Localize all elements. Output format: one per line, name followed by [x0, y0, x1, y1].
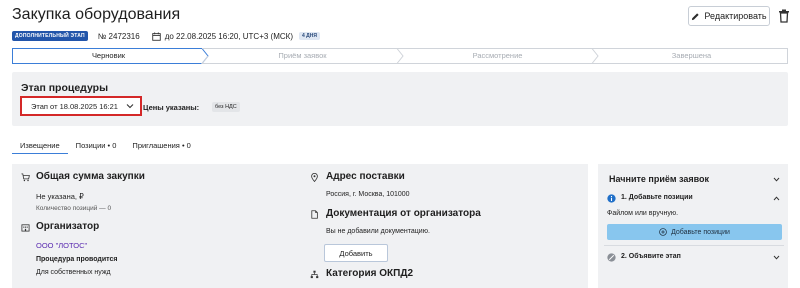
add-positions-label: Добавьте позиции — [671, 228, 730, 236]
docs-title: Документация от организатора — [326, 208, 481, 219]
chevron-down-icon — [126, 104, 134, 109]
location-pin-icon — [311, 173, 318, 182]
tab-invitations[interactable]: Приглашения • 0 — [124, 138, 198, 154]
trash-icon[interactable] — [778, 9, 790, 23]
step-add-positions: 1. Добавьте позиции — [621, 194, 693, 201]
tab-notice[interactable]: Извещение — [12, 138, 68, 154]
side-divider — [604, 245, 784, 246]
organizer-title: Организатор — [36, 221, 100, 232]
tabs: Извещение Позиции • 0 Приглашения • 0 — [12, 138, 199, 154]
page-title: Закупка оборудования — [12, 6, 181, 23]
step-announce-stage: 2. Объявите этап — [621, 253, 681, 260]
chevron-down-icon[interactable] — [773, 255, 780, 260]
add-positions-button[interactable]: Добавьте позиции — [607, 224, 782, 240]
sum-title: Общая сумма закупки — [36, 171, 145, 182]
docs-value: Вы не добавили документацию. — [326, 228, 430, 235]
procedure-number: № 2472316 — [97, 31, 140, 41]
sum-value: Не указана, ₽ — [36, 192, 84, 201]
document-icon — [311, 210, 318, 219]
days-left-badge: 4 ДНЯ — [298, 32, 320, 40]
stage-panel: Этап процедуры Этап от 18.08.2025 16:21 … — [12, 72, 788, 126]
positions-count: Количество позиций — 0 — [36, 205, 112, 212]
edit-button[interactable]: Редактировать — [688, 6, 770, 26]
step-review: Рассмотрение — [472, 51, 523, 60]
calendar-icon — [151, 31, 161, 41]
procedure-value: Для собственных нужд — [36, 269, 111, 276]
step-draft: Черновик — [91, 51, 126, 60]
step-add-positions-desc: Файлом или вручную. — [607, 210, 679, 217]
hierarchy-icon — [310, 270, 319, 279]
stage-type-badge: ДОПОЛНИТЕЛЬНЫЙ ЭТАП — [12, 31, 88, 41]
organizer-link[interactable]: ООО "ЛОТОС" — [36, 241, 87, 250]
procedure-label: Процедура проводится — [36, 256, 118, 263]
chevron-down-icon[interactable] — [773, 177, 780, 182]
info-icon — [607, 194, 616, 203]
address-value: Россия, г. Москва, 101000 — [326, 191, 410, 198]
prices-label: Цены указаны: — [143, 103, 200, 112]
pencil-icon — [692, 12, 700, 20]
step-pending-icon — [607, 253, 616, 262]
deadline-text: до 22.08.2025 16:20, UTC+3 (МСК) — [164, 31, 293, 41]
stage-title: Этап процедуры — [21, 82, 109, 94]
add-document-button[interactable]: Добавить — [324, 244, 388, 262]
step-applications: Приём заявок — [278, 51, 327, 60]
step-completed: Завершена — [671, 51, 712, 60]
cart-icon — [21, 173, 30, 182]
building-icon — [21, 224, 30, 232]
stage-select[interactable]: Этап от 18.08.2025 16:21 — [20, 96, 142, 116]
edit-button-label: Редактировать — [704, 11, 767, 21]
tab-positions[interactable]: Позиции • 0 — [68, 138, 125, 154]
procedure-stepper: Черновик Приём заявок Рассмотрение Завер… — [12, 48, 788, 64]
address-title: Адрес поставки — [326, 171, 405, 182]
okpd-title: Категория ОКПД2 — [326, 268, 414, 279]
procedure-meta: ДОПОЛНИТЕЛЬНЫЙ ЭТАП № 2472316 до 22.08.2… — [12, 30, 320, 42]
stage-select-value: Этап от 18.08.2025 16:21 — [31, 102, 118, 111]
vat-badge: без НДС — [212, 102, 240, 112]
chevron-up-icon[interactable] — [773, 196, 780, 201]
side-card-title: Начните приём заявок — [609, 174, 710, 184]
plus-circle-icon — [659, 228, 667, 236]
